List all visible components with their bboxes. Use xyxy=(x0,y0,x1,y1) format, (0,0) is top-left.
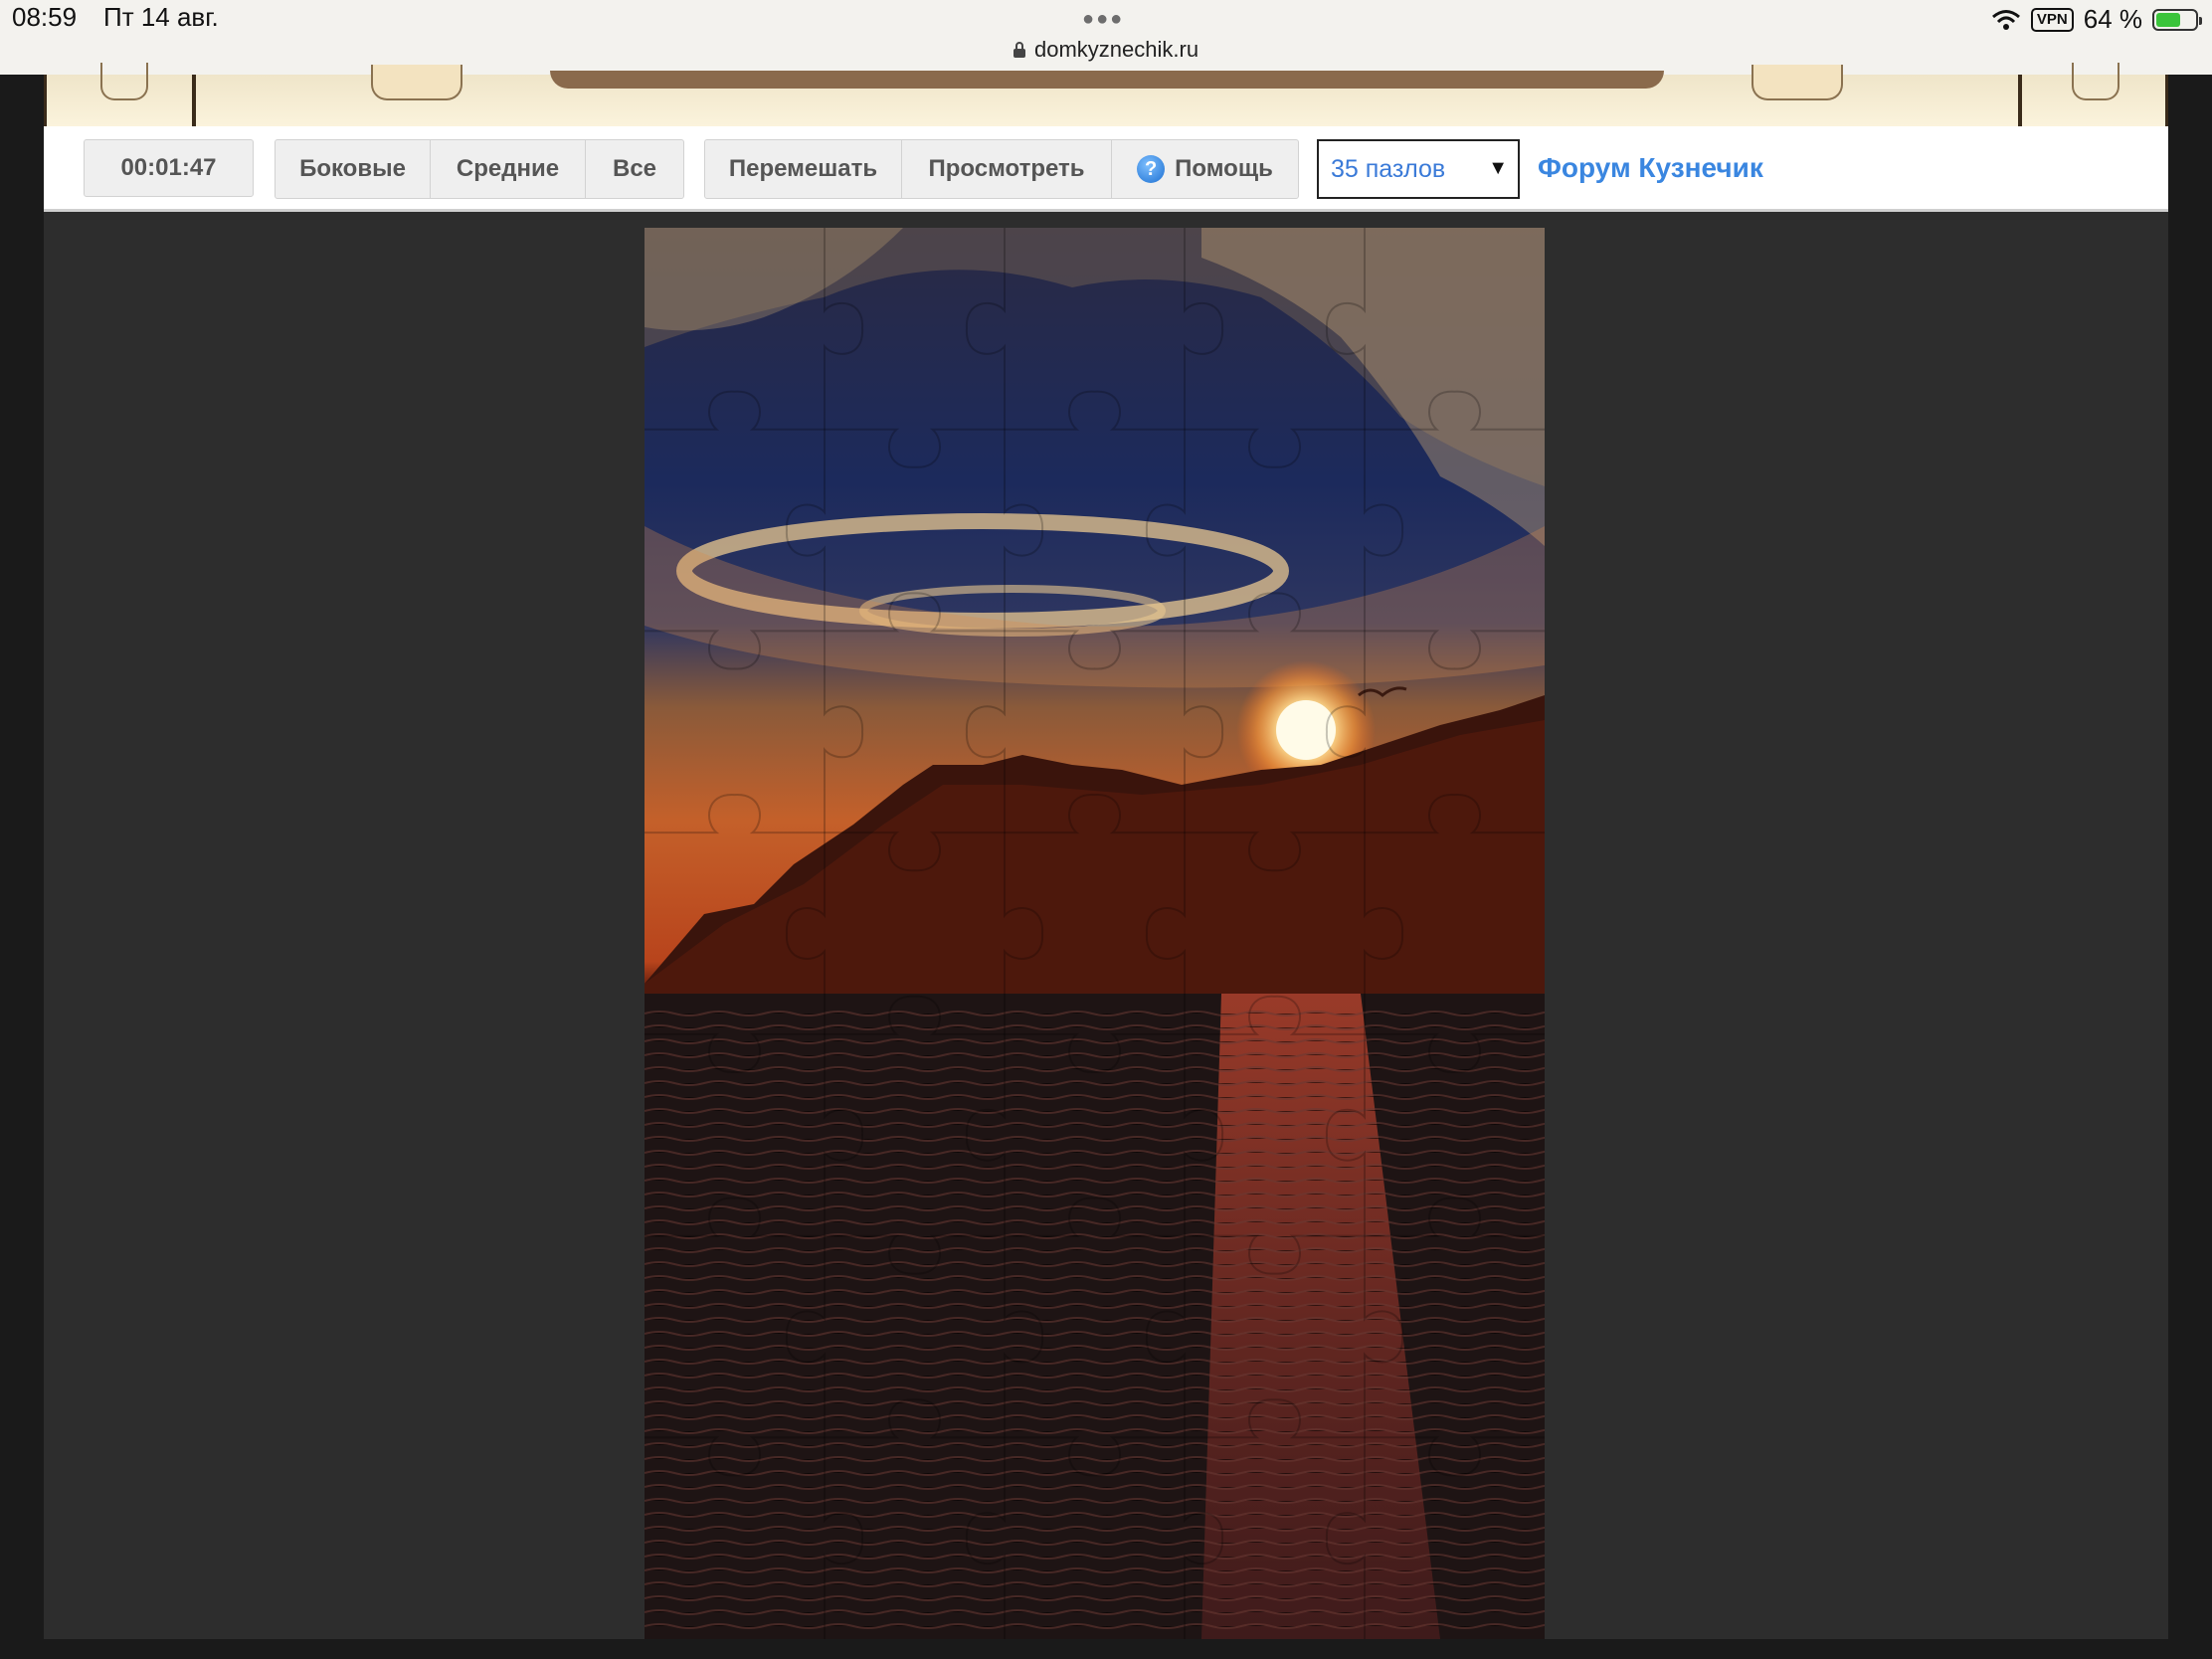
preview-button[interactable]: Просмотреть xyxy=(902,140,1112,198)
filter-edge-button[interactable]: Боковые xyxy=(276,140,431,198)
sunset-puzzle-image xyxy=(645,228,1545,1639)
piece-count-select[interactable]: 35 пазлов ▼ xyxy=(1317,139,1520,199)
battery-percent: 64 % xyxy=(2083,4,2142,34)
help-label: Помощь xyxy=(1175,155,1273,182)
banner-ornament xyxy=(1751,65,1843,100)
wifi-icon xyxy=(1991,9,2020,30)
piece-filter-group: Боковые Средние Все xyxy=(275,139,684,199)
forum-link[interactable]: Форум Кузнечик xyxy=(1538,152,1763,184)
ios-status-bar: 08:59 Пт 14 авг. ●●● domkyznechik.ru VPN… xyxy=(0,0,2212,75)
help-button[interactable]: ? Помощь xyxy=(1112,140,1298,198)
vpn-badge: VPN xyxy=(2030,7,2074,32)
battery-fill xyxy=(2156,12,2180,27)
address-bar[interactable]: domkyznechik.ru xyxy=(1013,37,1198,63)
timer-display: 00:01:47 xyxy=(84,139,254,197)
status-date: Пт 14 авг. xyxy=(103,2,219,32)
puzzle-play-area xyxy=(44,212,2168,1639)
puzzle-board[interactable] xyxy=(645,228,1545,1639)
filter-middle-button[interactable]: Средние xyxy=(431,140,586,198)
banner-ornament xyxy=(100,63,148,100)
status-time: 08:59 xyxy=(12,2,78,32)
help-icon: ? xyxy=(1137,155,1166,183)
url-text: domkyznechik.ru xyxy=(1034,37,1199,62)
puzzle-toolbar: 00:01:47 Боковые Средние Все Перемешать … xyxy=(44,126,2168,212)
multitasking-dots-icon[interactable]: ●●● xyxy=(1082,8,1124,31)
piece-count-value: 35 пазлов xyxy=(1331,154,1446,183)
shuffle-button[interactable]: Перемешать xyxy=(705,140,902,198)
lock-icon xyxy=(1014,42,1025,58)
banner-ornament xyxy=(371,65,462,100)
action-button-group: Перемешать Просмотреть ? Помощь xyxy=(704,139,1299,199)
banner-title-plate xyxy=(550,71,1664,89)
dropdown-arrow-icon: ▼ xyxy=(1488,157,1508,179)
site-header-banner xyxy=(44,63,2168,126)
filter-all-button[interactable]: Все xyxy=(586,140,683,198)
battery-icon xyxy=(2152,8,2202,31)
banner-ornament xyxy=(2072,63,2120,100)
